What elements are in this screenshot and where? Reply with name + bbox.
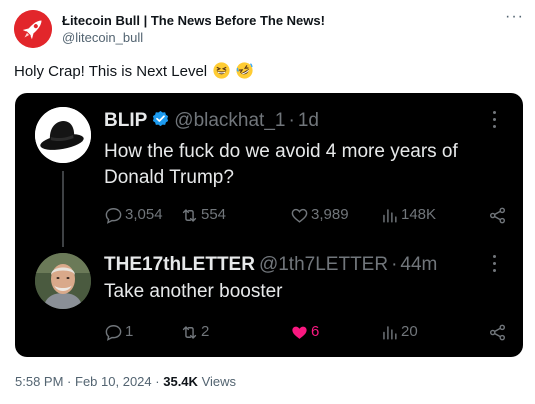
more-options-icon [493,255,497,273]
grinning-squinting-face-icon [213,62,230,85]
tweet-1-header: BLIP @blackhat_1 · 1d [104,109,319,133]
verified-badge-icon [151,110,170,129]
tweet-1-handle: @blackhat_1 [174,110,286,131]
tweet-footer: 5:58 PM · Feb 10, 2024 · 35.4K Views [15,374,236,390]
embedded-tweet-1: BLIP @blackhat_1 · 1d How the fuck do we av… [15,93,523,241]
outer-tweet-body: Holy Crap! This is Next Level [14,63,208,80]
repost-count: 2 [201,323,210,340]
repost-count: 554 [201,206,227,223]
outer-handle[interactable]: @litecoin_bull [62,29,325,47]
share-icon [489,324,506,340]
tweet-2-time: 44m [400,254,438,275]
tweet-2-handle: @1th7LETTER [258,254,389,275]
more-options-icon [493,111,497,129]
avatar-black-hat [35,107,91,163]
tweet-2-header: THE17thLETTER @1th7LETTER · 44m [104,253,437,277]
tweet-1-text: How the fuck do we avoid 4 more years of… [104,141,458,188]
like-button: 3,989 [290,203,349,227]
rolling-on-floor-laughing-icon [236,62,254,85]
views-button: 148K [380,203,436,227]
man-portrait-icon [35,253,91,309]
share-button [488,203,507,227]
black-hat-icon [35,107,91,163]
separator-dot: · [67,374,72,389]
post-time[interactable]: 5:58 PM [15,374,63,389]
separator-dot: · [391,254,398,275]
view-count: 20 [401,323,418,340]
reply-button: 1 [104,320,133,344]
reply-button: 3,054 [104,203,163,227]
reply-icon [105,324,122,341]
outer-tweet-header: Łitecoin Bull | The News Before The News… [14,9,524,50]
views-count: 35.4K [163,374,198,389]
tweet-1-display-name: BLIP [104,110,148,131]
rocket-logo-icon [14,10,52,48]
views-button: 20 [380,320,418,344]
reply-icon [105,207,122,224]
separator-dot: · [288,110,295,131]
reply-count: 1 [125,323,134,340]
tweet-2-actions: 1 2 6 20 [104,320,514,344]
tweet-2-display-name: THE17thLETTER [104,254,255,275]
like-count: 6 [311,323,320,340]
repost-icon [182,208,197,222]
tweet-2-text: Take another booster [104,281,283,302]
embedded-tweet-2: THE17thLETTER @1th7LETTER · 44m Take anothe… [15,241,523,357]
repost-icon [182,325,197,339]
repost-button: 2 [180,320,209,344]
outer-tweet-text: Holy Crap! This is Next Level [14,62,254,85]
more-options-icon[interactable]: ··· [505,9,524,25]
like-count: 3,989 [311,206,349,223]
heart-filled-icon [292,326,307,339]
post-date[interactable]: Feb 10, 2024 [75,374,152,389]
embedded-screenshot[interactable]: BLIP @blackhat_1 · 1d How the fuck do we av… [15,93,523,357]
heart-icon [291,208,308,223]
bar-chart-icon [383,325,397,340]
outer-avatar[interactable] [14,10,52,48]
tweet-1-actions: 3,054 554 3,989 148K [104,203,514,227]
share-icon [489,207,506,223]
views-label: Views [201,374,237,389]
avatar-man-photo [35,253,91,309]
like-button-active: 6 [290,320,319,344]
view-count: 148K [401,206,437,223]
repost-button: 554 [180,203,226,227]
reply-count: 3,054 [125,206,163,223]
outer-display-name[interactable]: Łitecoin Bull | The News Before The News… [62,13,325,29]
tweet-1-time: 1d [297,110,319,131]
separator-dot: · [155,374,160,389]
bar-chart-icon [383,208,397,223]
share-button [488,320,507,344]
